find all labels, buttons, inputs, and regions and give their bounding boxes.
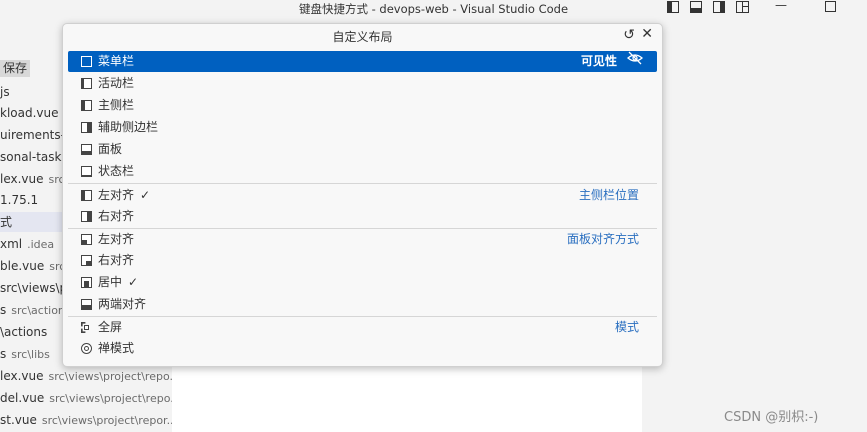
option-primary-sidebar[interactable]: 主侧栏 [68,95,657,116]
group-label-visibility: 可见性 [580,54,617,68]
option-sidebar-left[interactable]: 左对齐 ✓ 主侧栏位置 [68,185,657,206]
checkmark-icon: ✓ [128,275,139,289]
fullscreen-icon [81,322,92,333]
list-item[interactable]: del.vue src\views\project\repo... [0,388,172,408]
option-fullscreen[interactable]: 全屏 模式 [68,317,657,338]
toggle-primary-sidebar-icon[interactable] [667,1,679,13]
list-item[interactable]: lex.vue src\views\project\repo... [0,366,172,386]
list-item[interactable]: st.vue src\views\project\repor... [0,410,172,430]
watermark: CSDN @别枳:-) [724,410,819,425]
option-panel-align-right[interactable]: 右对齐 [68,250,657,271]
customize-layout-dialog: 自定义布局 ↺ ✕ 菜单栏 可见性 活动栏 主侧栏 辅助侧边栏 面板 状态栏 左… [62,23,663,367]
panel-align-justify-icon [81,299,92,310]
option-panel-align-center[interactable]: 居中 ✓ [68,272,657,293]
activitybar-icon [81,78,92,89]
title-bar: 键盘快捷方式 - devops-web - Visual Studio Code… [0,0,867,17]
option-activitybar[interactable]: 活动栏 [68,73,657,94]
eye-closed-icon[interactable] [627,51,643,72]
divider [68,183,657,184]
option-menubar[interactable]: 菜单栏 可见性 [68,51,657,72]
statusbar-icon [81,166,92,177]
checkmark-icon: ✓ [140,188,151,202]
primary-sidebar-icon [81,100,92,111]
zen-mode-icon [81,343,92,354]
minimize-button[interactable]: — [775,0,787,12]
option-panel-align-justify[interactable]: 两端对齐 [68,294,657,315]
toggle-secondary-sidebar-icon[interactable] [713,1,725,13]
option-panel[interactable]: 面板 [68,139,657,160]
option-statusbar[interactable]: 状态栏 [68,161,657,182]
option-sidebar-right[interactable]: 右对齐 [68,206,657,227]
group-label-mode: 模式 [614,320,639,334]
customize-layout-icon[interactable] [736,1,749,13]
maximize-button[interactable] [825,1,836,12]
panel-align-right-icon [81,255,92,266]
option-zen-mode[interactable]: 禅模式 [68,338,657,359]
dialog-title: 自定义布局 [332,30,393,44]
panel-icon [81,144,92,155]
panel-align-center-icon [81,277,92,288]
menubar-icon [81,56,92,67]
group-label-panel-alignment: 面板对齐方式 [566,232,639,246]
sidebar-left-icon [81,190,92,201]
undo-icon[interactable]: ↺ [623,27,635,43]
sidebar-right-icon [81,211,92,222]
secondary-sidebar-icon [81,122,92,133]
option-secondary-sidebar[interactable]: 辅助侧边栏 [68,117,657,138]
toggle-panel-icon[interactable] [690,1,702,13]
group-label-sidebar-position: 主侧栏位置 [578,188,639,202]
panel-align-left-icon [81,234,92,245]
save-button[interactable]: 保存 [0,60,31,77]
close-icon[interactable]: ✕ [641,26,653,42]
option-panel-align-left[interactable]: 左对齐 面板对齐方式 [68,229,657,250]
